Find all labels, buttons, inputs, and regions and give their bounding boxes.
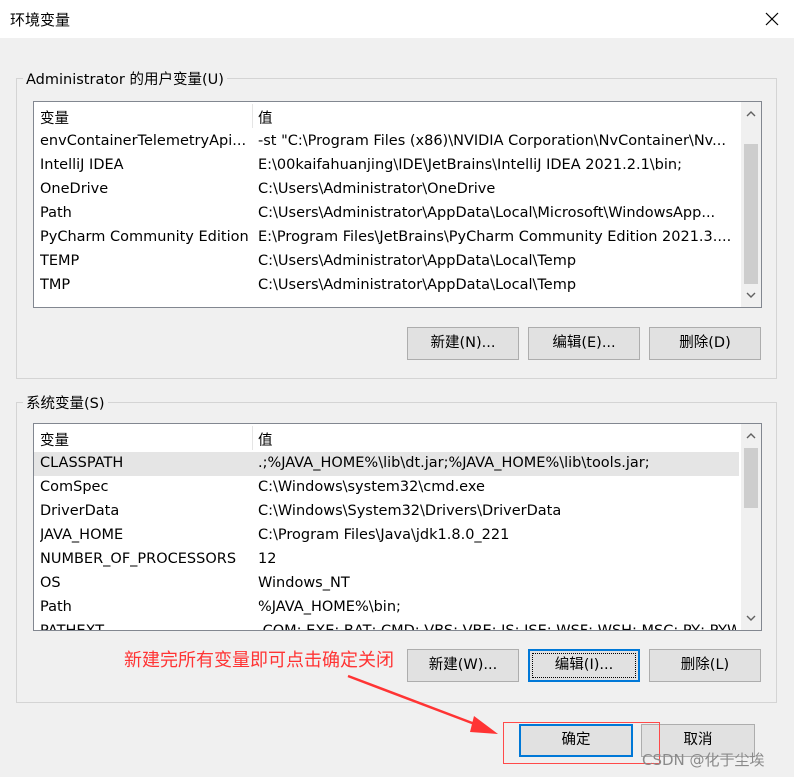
row-name: OneDrive <box>40 181 109 197</box>
header-divider[interactable] <box>252 104 253 128</box>
system-delete-button[interactable]: 删除(L) <box>649 649 761 682</box>
row-value: C:\Users\Administrator\AppData\Local\Mic… <box>258 205 716 221</box>
row-name: TEMP <box>40 253 80 269</box>
table-row[interactable]: OS Windows_NT <box>34 572 739 596</box>
user-delete-button[interactable]: 删除(D) <box>649 327 761 360</box>
row-value: E:\00kaifahuanjing\IDE\JetBrains\Intelli… <box>258 157 682 173</box>
row-value: C:\Program Files\Java\jdk1.8.0_221 <box>258 527 510 543</box>
list-header: 变量 值 <box>34 102 761 130</box>
scroll-down-button[interactable] <box>741 285 761 305</box>
row-name: ComSpec <box>40 479 109 495</box>
scroll-up-button[interactable] <box>741 426 761 446</box>
table-row[interactable]: Path %JAVA_HOME%\bin; <box>34 596 739 620</box>
header-divider[interactable] <box>252 426 253 450</box>
annotation-text: 新建完所有变量即可点击确定关闭 <box>124 650 394 671</box>
row-value: 12 <box>258 551 277 567</box>
row-value: C:\Users\Administrator\OneDrive <box>258 181 496 197</box>
row-name: PyCharm Community Edition <box>40 229 249 245</box>
user-vars-label: Administrator 的用户变量(U) <box>23 68 227 89</box>
row-value: -st "C:\Program Files (x86)\NVIDIA Corpo… <box>258 133 726 149</box>
scroll-thumb[interactable] <box>744 144 758 284</box>
chevron-up-icon <box>746 433 756 439</box>
close-button[interactable] <box>758 5 786 33</box>
list-header: 变量 值 <box>34 424 761 452</box>
row-name: Path <box>40 205 72 221</box>
row-value: C:\Windows\System32\Drivers\DriverData <box>258 503 562 519</box>
table-row[interactable]: ComSpec C:\Windows\system32\cmd.exe <box>34 476 739 500</box>
row-value: C:\Users\Administrator\AppData\Local\Tem… <box>258 277 577 293</box>
table-row[interactable]: IntelliJ IDEA E:\00kaifahuanjing\IDE\JetB… <box>34 154 739 178</box>
row-name: Path <box>40 599 72 615</box>
row-value: .;%JAVA_HOME%\lib\dt.jar;%JAVA_HOME%\lib… <box>258 455 650 471</box>
user-vars-scrollbar[interactable] <box>741 102 761 307</box>
table-row[interactable]: envContainerTelemetryApi... -st "C:\Progr… <box>34 130 739 154</box>
header-variable[interactable]: 变量 <box>40 429 69 450</box>
row-name: CLASSPATH <box>40 455 124 471</box>
title-bar: 环境变量 <box>0 0 794 38</box>
window-title: 环境变量 <box>10 11 71 29</box>
row-name: DriverData <box>40 503 120 519</box>
row-name: NUMBER_OF_PROCESSORS <box>40 551 237 567</box>
row-name: OS <box>40 575 61 591</box>
system-vars-list[interactable]: 变量 值 CLASSPATH .;%JAVA_HOME%\lib\dt.jar;%… <box>33 423 762 631</box>
header-value[interactable]: 值 <box>258 429 273 450</box>
table-row[interactable]: OneDrive C:\Users\Administrator\OneDrive <box>34 178 739 202</box>
row-value: .COM;.EXE;.BAT;.CMD;.VBS;.VBE;.JS;.JSE;.… <box>258 623 736 631</box>
row-value: E:\Program Files\JetBrains\PyCharm Commu… <box>258 229 732 245</box>
row-name: TMP <box>40 277 71 293</box>
user-vars-list[interactable]: 变量 值 envContainerTelemetryApi... -st "C:\… <box>33 101 762 308</box>
table-row[interactable]: Path C:\Users\Administrator\AppData\Local… <box>34 202 739 226</box>
system-vars-scrollbar[interactable] <box>741 424 761 630</box>
scroll-thumb[interactable] <box>744 448 758 508</box>
chevron-down-icon <box>746 292 756 298</box>
table-row[interactable]: JAVA_HOME C:\Program Files\Java\jdk1.8.0_… <box>34 524 739 548</box>
scroll-down-button[interactable] <box>741 608 761 628</box>
chevron-down-icon <box>746 615 756 621</box>
row-name: PATHEXT <box>40 623 105 631</box>
system-vars-label: 系统变量(S) <box>23 392 108 413</box>
header-value[interactable]: 值 <box>258 107 273 128</box>
row-value: C:\Users\Administrator\AppData\Local\Tem… <box>258 253 577 269</box>
system-edit-button[interactable]: 编辑(I)... <box>528 649 640 682</box>
annotation-arrow-icon <box>347 674 498 734</box>
user-new-button[interactable]: 新建(N)... <box>407 327 519 360</box>
table-row[interactable]: PATHEXT .COM;.EXE;.BAT;.CMD;.VBS;.VBE;.JS… <box>34 620 739 631</box>
watermark: CSDN @化于尘埃 <box>642 751 765 769</box>
row-name: envContainerTelemetryApi... <box>40 133 247 149</box>
table-row-selected[interactable]: CLASSPATH .;%JAVA_HOME%\lib\dt.jar;%JAVA_… <box>34 452 739 476</box>
table-row[interactable]: NUMBER_OF_PROCESSORS 12 <box>34 548 739 572</box>
table-row[interactable]: PyCharm Community Edition E:\Program File… <box>34 226 739 250</box>
annotation-highlight-box <box>503 722 660 764</box>
row-value: Windows_NT <box>258 575 350 591</box>
header-variable[interactable]: 变量 <box>40 107 69 128</box>
scroll-up-button[interactable] <box>741 104 761 124</box>
row-name: JAVA_HOME <box>40 527 124 543</box>
row-name: IntelliJ IDEA <box>40 157 124 173</box>
row-value: %JAVA_HOME%\bin; <box>258 599 401 615</box>
table-row[interactable]: DriverData C:\Windows\System32\Drivers\Dr… <box>34 500 739 524</box>
table-row[interactable]: TMP C:\Users\Administrator\AppData\Local\… <box>34 274 739 298</box>
row-value: C:\Windows\system32\cmd.exe <box>258 479 485 495</box>
user-edit-button[interactable]: 编辑(E)... <box>528 327 640 360</box>
chevron-up-icon <box>746 111 756 117</box>
close-icon <box>765 12 779 26</box>
table-row[interactable]: TEMP C:\Users\Administrator\AppData\Local… <box>34 250 739 274</box>
